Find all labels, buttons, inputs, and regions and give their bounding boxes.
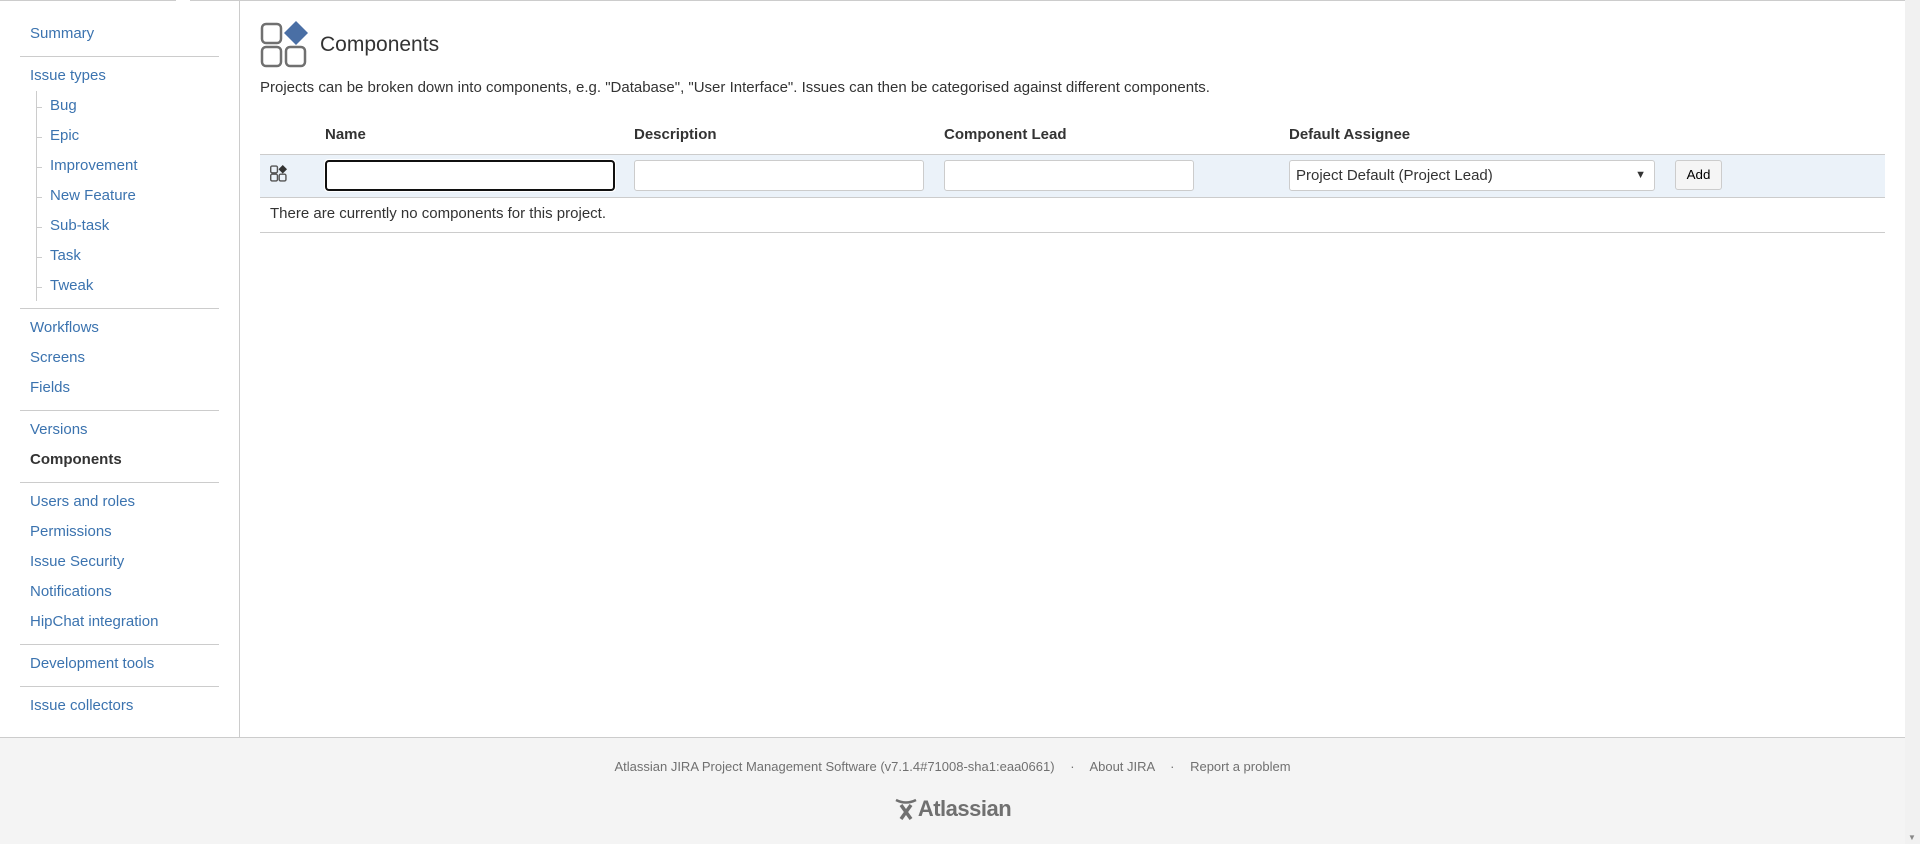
sidebar-item-workflows[interactable]: Workflows: [20, 313, 219, 343]
issue-type-list: Bug Epic Improvement New Feature Sub-tas…: [36, 91, 219, 301]
sidebar-group-versions: Versions Components: [20, 411, 219, 483]
component-name-input[interactable]: [324, 159, 616, 192]
sidebar-group-collectors: Issue collectors: [20, 687, 219, 728]
page-header: Components: [260, 21, 439, 69]
column-header-name: Name: [325, 126, 366, 143]
about-jira-link[interactable]: About JIRA: [1089, 759, 1154, 774]
sidebar-group-summary: Summary: [20, 19, 219, 57]
sidebar-item-issue-collectors[interactable]: Issue collectors: [20, 691, 219, 721]
sidebar-item-bug[interactable]: Bug: [37, 91, 219, 121]
footer-links: Atlassian JIRA Project Management Softwa…: [0, 759, 1905, 774]
footer-version: Atlassian JIRA Project Management Softwa…: [614, 759, 1055, 774]
component-lead-input[interactable]: [944, 160, 1194, 191]
sidebar-item-summary[interactable]: Summary: [20, 19, 219, 49]
empty-message: There are currently no components for th…: [260, 198, 1885, 233]
sidebar-item-sub-task[interactable]: Sub-task: [37, 211, 219, 241]
sidebar-group-issue-types: Issue types Bug Epic Improvement New Fea…: [20, 57, 219, 309]
default-assignee-select[interactable]: Project Default (Project Lead) ▼: [1289, 160, 1655, 191]
sidebar-item-development-tools[interactable]: Development tools: [20, 649, 219, 679]
sidebar: Summary Issue types Bug Epic Improvement…: [0, 1, 240, 737]
sidebar-item-hipchat[interactable]: HipChat integration: [20, 607, 219, 637]
column-header-default-assignee: Default Assignee: [1289, 126, 1411, 143]
top-border: [0, 0, 1905, 1]
page-description: Projects can be broken down into compone…: [260, 79, 1210, 96]
sidebar-item-components[interactable]: Components: [20, 445, 219, 475]
atlassian-logo-text: Atlassian: [917, 796, 1012, 821]
sidebar-item-fields[interactable]: Fields: [20, 373, 219, 403]
default-assignee-value: Project Default (Project Lead): [1296, 167, 1493, 184]
sidebar-item-epic[interactable]: Epic: [37, 121, 219, 151]
sidebar-item-issue-types[interactable]: Issue types: [20, 61, 219, 91]
sidebar-group-users: Users and roles Permissions Issue Securi…: [20, 483, 219, 645]
column-header-description: Description: [634, 126, 717, 143]
sidebar-item-screens[interactable]: Screens: [20, 343, 219, 373]
sidebar-item-new-feature[interactable]: New Feature: [37, 181, 219, 211]
chevron-down-icon: ▼: [1635, 169, 1646, 181]
footer: Atlassian JIRA Project Management Softwa…: [0, 737, 1905, 844]
components-icon: [260, 21, 308, 68]
sidebar-item-tweak[interactable]: Tweak: [37, 271, 219, 301]
sidebar-item-notifications[interactable]: Notifications: [20, 577, 219, 607]
sidebar-item-users-and-roles[interactable]: Users and roles: [20, 487, 219, 517]
footer-separator: ·: [1070, 759, 1075, 774]
report-problem-link[interactable]: Report a problem: [1190, 759, 1290, 774]
add-button[interactable]: Add: [1675, 160, 1722, 190]
sidebar-item-versions[interactable]: Versions: [20, 415, 219, 445]
atlassian-logo-icon: [895, 798, 917, 821]
atlassian-logo[interactable]: Atlassian: [894, 796, 1012, 822]
sidebar-item-permissions[interactable]: Permissions: [20, 517, 219, 547]
sidebar-item-task[interactable]: Task: [37, 241, 219, 271]
column-header-component-lead: Component Lead: [944, 126, 1067, 143]
page-scrollbar[interactable]: ▼: [1905, 0, 1920, 844]
add-component-row: Project Default (Project Lead) ▼ Add: [260, 154, 1885, 198]
sidebar-group-dev: Development tools: [20, 645, 219, 687]
footer-separator: ·: [1170, 759, 1175, 774]
sidebar-item-issue-security[interactable]: Issue Security: [20, 547, 219, 577]
page-title: Components: [320, 33, 440, 56]
sidebar-group-workflows: Workflows Screens Fields: [20, 309, 219, 411]
scroll-down-arrow-icon[interactable]: ▼: [1908, 833, 1916, 842]
component-description-input[interactable]: [634, 160, 924, 191]
component-row-icon: [270, 165, 287, 182]
sidebar-item-improvement[interactable]: Improvement: [37, 151, 219, 181]
